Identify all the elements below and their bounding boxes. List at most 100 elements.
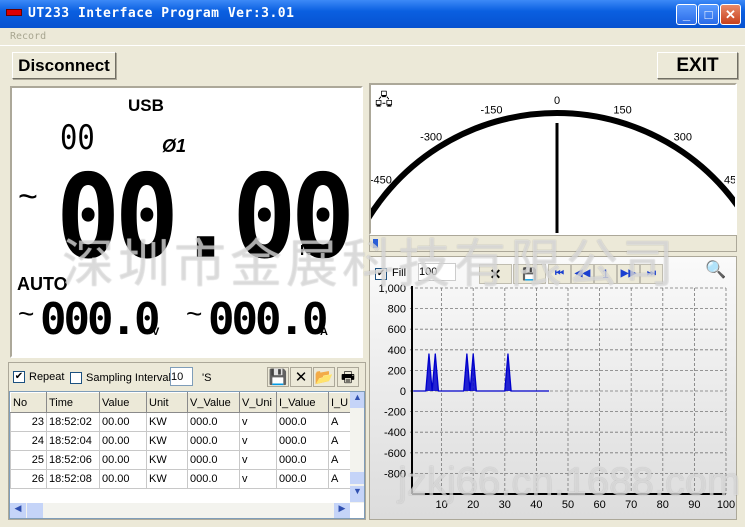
save-icon[interactable]: 💾 xyxy=(267,367,289,387)
table-cell: KW xyxy=(146,450,188,470)
current-ac-symbol: ~ xyxy=(186,298,203,329)
voltage-unit: V xyxy=(152,326,160,338)
main-value: 00.00 xyxy=(56,150,355,285)
print-icon[interactable]: 🖶 xyxy=(337,367,359,387)
table-cell: 000.0 xyxy=(276,412,329,432)
column-header[interactable]: Unit xyxy=(146,392,188,413)
window-title: UT233 Interface Program Ver:3.01 xyxy=(28,6,295,21)
scroll-down-button[interactable]: ▼ xyxy=(350,486,364,502)
y-tick-label: -200 xyxy=(384,407,406,419)
horizontal-scrollbar[interactable]: ◀ ▶ xyxy=(10,503,350,518)
table-cell: A xyxy=(328,412,351,432)
y-tick-label: 800 xyxy=(388,304,406,316)
table-row[interactable]: 25 18:52:06 00.00 KW 000.0 v 000.0 A xyxy=(10,450,351,470)
record-table: No Time Value Unit V_Value V_Uni I_Value I_U 23 1… xyxy=(9,391,365,519)
table-cell: 000.0 xyxy=(187,412,240,432)
column-header[interactable]: V_Value xyxy=(187,392,240,413)
table-cell: 000.0 xyxy=(187,469,240,489)
gauge-panel: 🖧 -600-450-300-1500150300450600 xyxy=(369,83,737,235)
scroll-left-button[interactable]: ◀ xyxy=(10,503,26,518)
title-bar: UT233 Interface Program Ver:3.01 _ □ ✕ xyxy=(0,0,745,28)
x-tick-label: 70 xyxy=(625,499,637,511)
interval-unit: 'S xyxy=(202,372,212,384)
minimize-button[interactable]: _ xyxy=(676,4,697,25)
column-header[interactable]: No xyxy=(10,392,47,413)
sampling-label: Sampling Interval xyxy=(86,372,171,384)
table-cell: A xyxy=(328,469,351,489)
data-point xyxy=(436,371,438,374)
ac-symbol: ~ xyxy=(18,178,38,216)
table-cell: v xyxy=(239,431,277,451)
y-tick-label: 600 xyxy=(388,324,406,336)
table-cell: A xyxy=(328,450,351,470)
close-button[interactable]: ✕ xyxy=(720,4,741,25)
column-header[interactable]: Value xyxy=(99,392,147,413)
gauge-tick-label: 0 xyxy=(554,95,560,107)
scroll-right-button[interactable]: ▶ xyxy=(334,503,350,518)
x-tick-label: 20 xyxy=(467,499,479,511)
table-cell: 000.0 xyxy=(276,469,329,489)
table-row[interactable]: 26 18:52:08 00.00 KW 000.0 v 000.0 A xyxy=(10,469,351,489)
table-cell: 000.0 xyxy=(187,450,240,470)
data-point xyxy=(426,371,428,374)
x-tick-label: 80 xyxy=(657,499,669,511)
x-tick-label: 60 xyxy=(593,499,605,511)
table-cell: 00.00 xyxy=(99,431,147,451)
y-tick-label: -800 xyxy=(384,468,406,480)
hscroll-thumb[interactable] xyxy=(27,503,43,518)
table-cell: 18:52:08 xyxy=(46,469,100,489)
voltage-ac-symbol: ~ xyxy=(18,298,35,329)
data-point xyxy=(428,353,430,355)
table-cell: 24 xyxy=(10,431,47,451)
progress-fill xyxy=(373,239,378,248)
table-row[interactable]: 24 18:52:04 00.00 KW 000.0 v 000.0 A xyxy=(10,431,351,451)
data-point xyxy=(467,371,470,374)
data-point xyxy=(508,371,511,374)
current-unit: A xyxy=(320,326,328,338)
scroll-thumb[interactable] xyxy=(350,472,364,484)
column-header[interactable]: Time xyxy=(46,392,100,413)
delete-icon[interactable]: ✕ xyxy=(290,367,312,387)
menu-bar: Record xyxy=(0,28,745,46)
sampling-checkbox[interactable] xyxy=(70,372,82,384)
data-point xyxy=(474,371,476,374)
table-cell: 25 xyxy=(10,450,47,470)
app-icon xyxy=(6,9,22,16)
scroll-up-button[interactable]: ▲ xyxy=(350,392,364,408)
repeat-label: Repeat xyxy=(29,371,65,383)
y-tick-label: 200 xyxy=(388,365,406,377)
data-point xyxy=(505,371,507,374)
analog-gauge: -600-450-300-1500150300450600 xyxy=(371,95,735,233)
table-cell: 00.00 xyxy=(99,450,147,470)
y-tick-label: 1,000 xyxy=(378,283,406,295)
y-tick-label: -600 xyxy=(384,448,406,460)
maximize-button[interactable]: □ xyxy=(698,4,719,25)
table-cell: 18:52:06 xyxy=(46,450,100,470)
table-cell: v xyxy=(239,450,277,470)
column-header[interactable]: I_Value xyxy=(276,392,329,413)
gauge-tick-label: 150 xyxy=(613,104,631,116)
x-tick-label: 40 xyxy=(530,499,542,511)
current-value: 000.0 xyxy=(208,294,328,345)
table-row[interactable]: 23 18:52:02 00.00 KW 000.0 v 000.0 A xyxy=(10,412,351,432)
table-cell: A xyxy=(328,431,351,451)
table-cell: 000.0 xyxy=(276,431,329,451)
menu-record[interactable]: Record xyxy=(10,31,46,42)
mode-label: AUTO xyxy=(17,274,68,294)
data-point xyxy=(434,353,436,355)
disconnect-button[interactable]: Disconnect xyxy=(12,52,116,79)
interface-label: USB xyxy=(128,96,164,115)
line-chart: 10 20 30 40 50 60 70 80 90 100 1,000 800 600 400 200 0 -… xyxy=(378,283,735,511)
table-cell: KW xyxy=(146,412,188,432)
table-cell: KW xyxy=(146,431,188,451)
x-tick-label: 100 xyxy=(717,499,735,511)
open-folder-icon[interactable]: 📂 xyxy=(313,367,335,387)
gauge-tick-label: -300 xyxy=(420,132,442,144)
exit-button[interactable]: EXIT xyxy=(657,52,738,79)
vertical-scrollbar[interactable]: ▲ ▼ xyxy=(350,392,364,503)
repeat-checkbox[interactable]: ✔ xyxy=(13,371,25,383)
gauge-tick-label: -150 xyxy=(480,104,502,116)
interval-input[interactable] xyxy=(170,367,193,386)
column-header[interactable]: I_U xyxy=(328,392,351,413)
column-header[interactable]: V_Uni xyxy=(239,392,277,413)
